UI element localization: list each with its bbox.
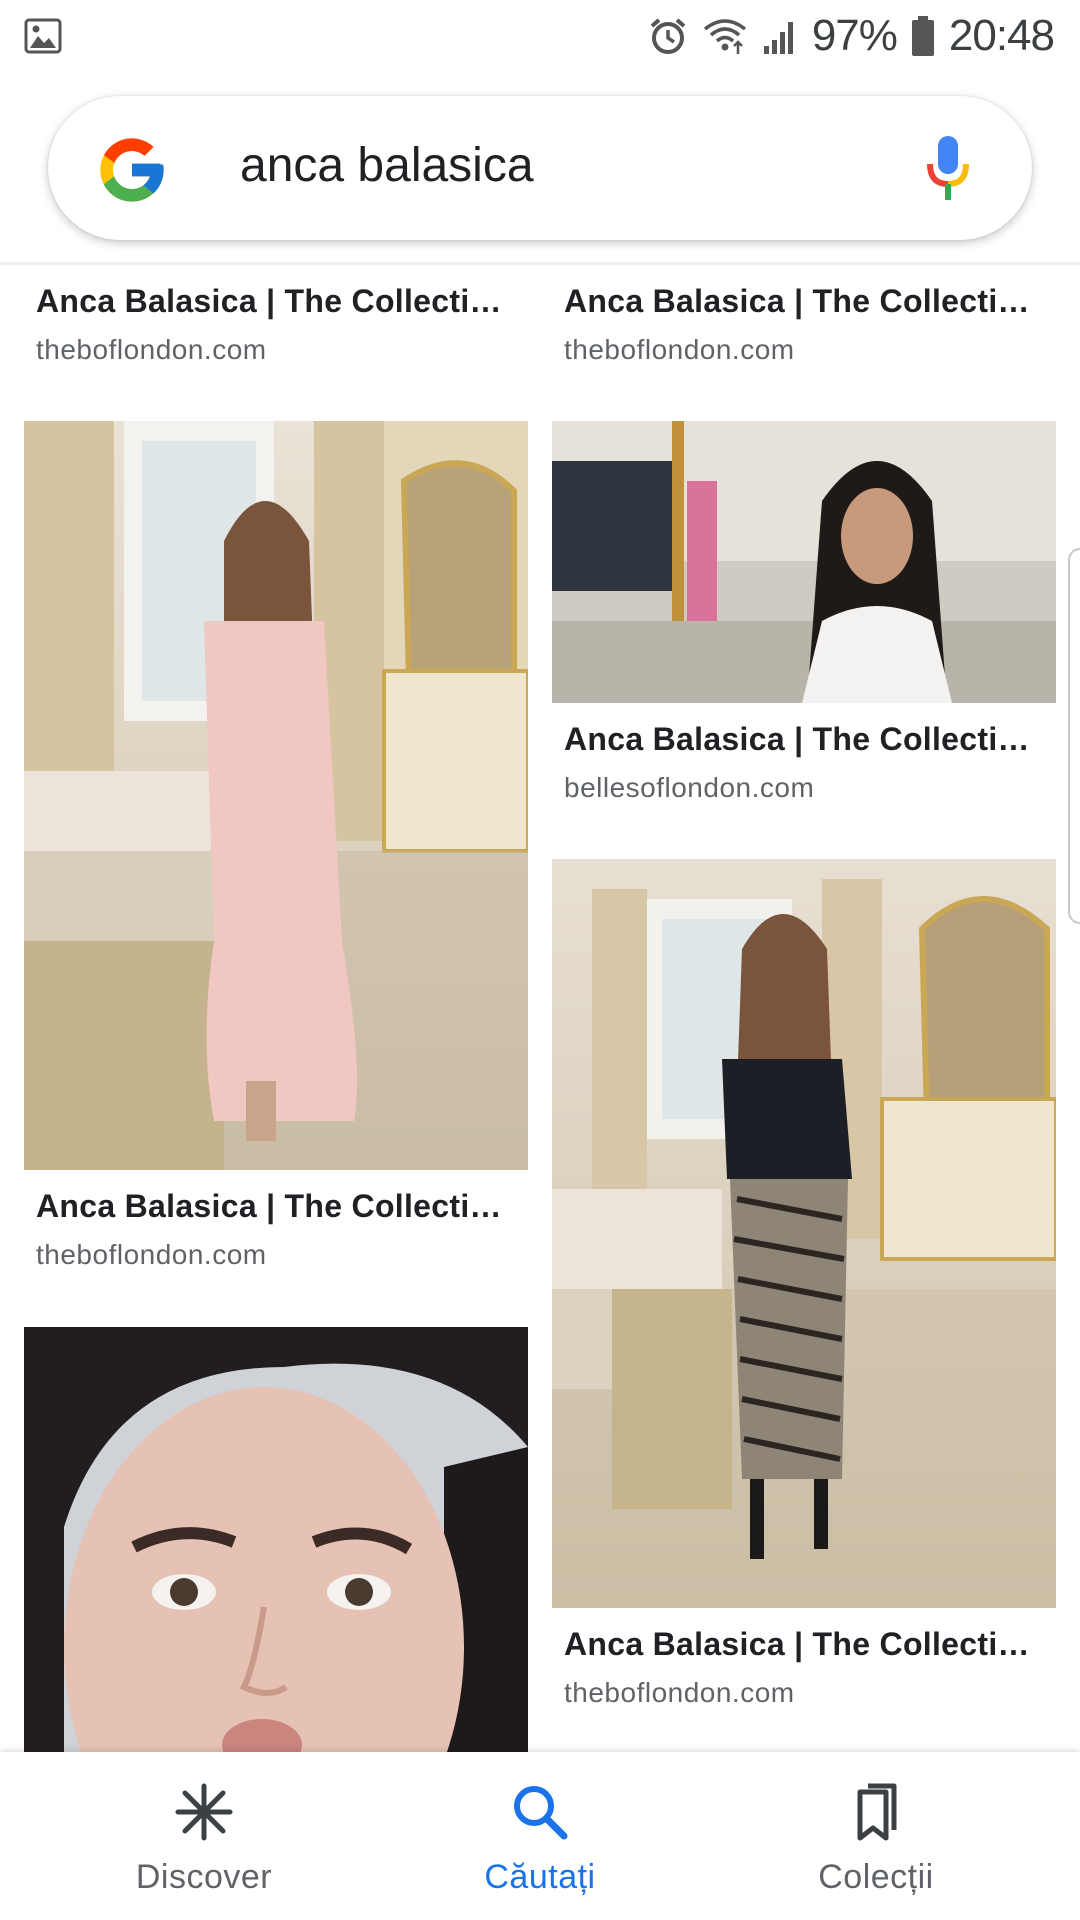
photo-pink-dress [24,421,528,1170]
result-domain: theboflondon.com [36,1239,267,1270]
result-title[interactable]: Anca Balasica | The Collection ... [564,283,1044,320]
result-domain: theboflondon.com [36,334,267,365]
result-card[interactable]: Anca Balasica | The Collection ... thebo… [24,265,528,366]
collections-icon [857,1783,897,1841]
search-box[interactable]: anca balasica [48,96,1032,240]
nav-discover[interactable]: Discover [64,1752,344,1920]
nav-search-label: Căutați [484,1858,596,1896]
result-caption: Anca Balasica | The Collection ... thebo… [24,265,528,366]
nav-search[interactable]: Căutați [400,1752,680,1920]
search-icon [514,1786,568,1840]
result-image[interactable] [552,421,1056,703]
result-title[interactable]: Anca Balasica | The Collection ... [36,283,516,320]
wifi-icon [703,19,746,54]
result-title[interactable]: Anca Balasica | The Collection ... [36,1188,516,1225]
nav-collections-label: Colecții [818,1858,934,1896]
photo-selfie [24,1327,528,1752]
mic-icon[interactable] [924,134,972,204]
result-domain: bellesoflondon.com [564,772,815,803]
result-card[interactable]: Anca Balasica | The Collection ... thebo… [24,421,528,1271]
photo-zebra-skirt [552,879,1056,1608]
result-card[interactable] [552,1745,1056,1752]
result-card[interactable] [24,1327,528,1752]
result-title[interactable]: Anca Balasica | The Collection ... [564,721,1044,758]
image-icon [24,18,62,54]
photo-workshop [552,421,1056,703]
signal-icon [763,22,793,54]
result-card[interactable]: Anca Balasica | The Collection ... thebo… [552,265,1056,366]
result-card[interactable]: Anca Balasica | The Collection ... thebo… [552,859,1056,1709]
result-card[interactable]: Anca Balasica | The Collection ... belle… [552,421,1056,804]
result-image[interactable] [552,859,1056,1608]
asterisk-icon [175,1783,233,1841]
image-results-grid: Anca Balasica | The Collection ... thebo… [0,265,1080,1752]
search-query[interactable]: anca balasica [240,138,534,193]
battery-icon [911,16,934,56]
status-bar: 97% 20:48 [0,0,1080,70]
battery-percent: 97% [811,11,898,60]
clock: 20:48 [948,11,1055,60]
result-caption: Anca Balasica | The Collection ... thebo… [24,1170,528,1271]
google-logo[interactable] [94,132,170,208]
alarm-icon [650,18,686,54]
result-domain: theboflondon.com [564,334,795,365]
result-caption: Anca Balasica | The Collection ... thebo… [552,265,1056,366]
result-image[interactable] [24,421,528,1170]
nav-collections[interactable]: Colecții [736,1752,1016,1920]
result-caption: Anca Balasica | The Collection ... belle… [552,703,1056,804]
bottom-navigation: Discover Căutați Colecții [0,1752,1080,1920]
nav-discover-label: Discover [135,1858,273,1896]
result-caption: Anca Balasica | The Collection ... thebo… [552,1608,1056,1709]
result-domain: theboflondon.com [564,1677,795,1708]
result-title[interactable]: Anca Balasica | The Collection ... [564,1626,1044,1663]
result-caption [552,1745,1056,1752]
scrollbar-handle[interactable] [1068,548,1080,924]
result-image[interactable] [24,1327,528,1752]
